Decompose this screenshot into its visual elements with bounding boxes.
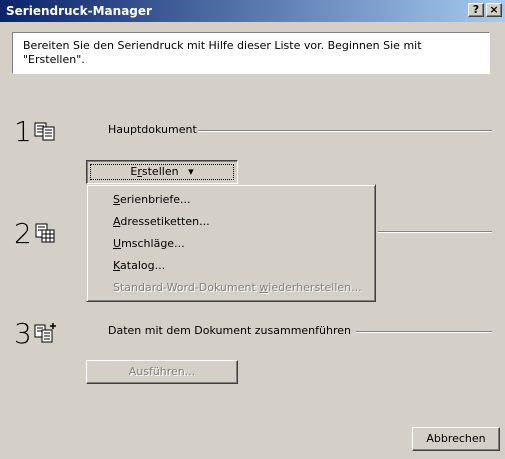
step-3-divider (356, 331, 492, 333)
menu-item-label: mschläge... (121, 237, 185, 250)
intro-text-box: Bereiten Sie den Seriendruck mit Hilfe d… (12, 32, 490, 74)
step-1-divider (198, 130, 492, 132)
step-1-label: Hauptdokument (108, 123, 197, 136)
menu-item-label-post: iederherstellen... (268, 281, 362, 294)
menu-item-label: atalog... (120, 259, 166, 272)
create-button-accel: r (137, 165, 142, 178)
window-title: Seriendruck-Manager (6, 4, 152, 18)
step-3-number: 3 (14, 317, 32, 350)
cancel-button[interactable]: Abbrechen (412, 427, 500, 451)
step-2-number: 2 (14, 217, 32, 250)
execute-button[interactable]: Ausführen... (86, 360, 238, 384)
close-button[interactable]: × (486, 3, 502, 17)
menu-item-label: erienbriefe... (119, 193, 191, 206)
menu-item-label-pre: Standard-Word-Dokument (113, 281, 260, 294)
create-button[interactable]: Erstellen ▾ (86, 160, 238, 184)
merge-document-icon (34, 323, 56, 343)
help-button[interactable]: ? (468, 3, 484, 17)
data-table-icon (35, 223, 55, 243)
create-button-text-pre: E (130, 165, 138, 178)
menu-item-accel: U (113, 237, 122, 250)
document-list-icon (34, 122, 55, 141)
step-2-divider (378, 231, 492, 233)
menu-item-restore-standard[interactable]: Standard-Word-Dokument wiederherstellen.… (87, 277, 375, 299)
intro-line-1: Bereiten Sie den Seriendruck mit Hilfe d… (23, 39, 422, 52)
menu-item-katalog[interactable]: Katalog... (87, 255, 375, 277)
menu-item-label: dressetiketten... (120, 215, 210, 228)
create-button-text-post: stellen (141, 165, 179, 178)
menu-item-umschlaege[interactable]: Umschläge... (87, 233, 375, 255)
dropdown-arrow-icon: ▾ (188, 165, 194, 178)
step-1-number: 1 (14, 115, 32, 148)
title-bar[interactable]: Seriendruck-Manager ? × (0, 0, 505, 22)
step-3-label: Daten mit dem Dokument zusammenführen (108, 324, 351, 337)
intro-line-2: "Erstellen". (23, 53, 85, 66)
create-dropdown-menu: Serienbriefe... Adressetiketten... Umsch… (86, 184, 376, 302)
menu-item-accel: K (113, 259, 121, 272)
menu-item-adressetiketten[interactable]: Adressetiketten... (87, 211, 375, 233)
menu-item-serienbriefe[interactable]: Serienbriefe... (87, 189, 375, 211)
menu-item-accel: w (259, 281, 269, 294)
menu-item-accel: S (113, 193, 120, 206)
